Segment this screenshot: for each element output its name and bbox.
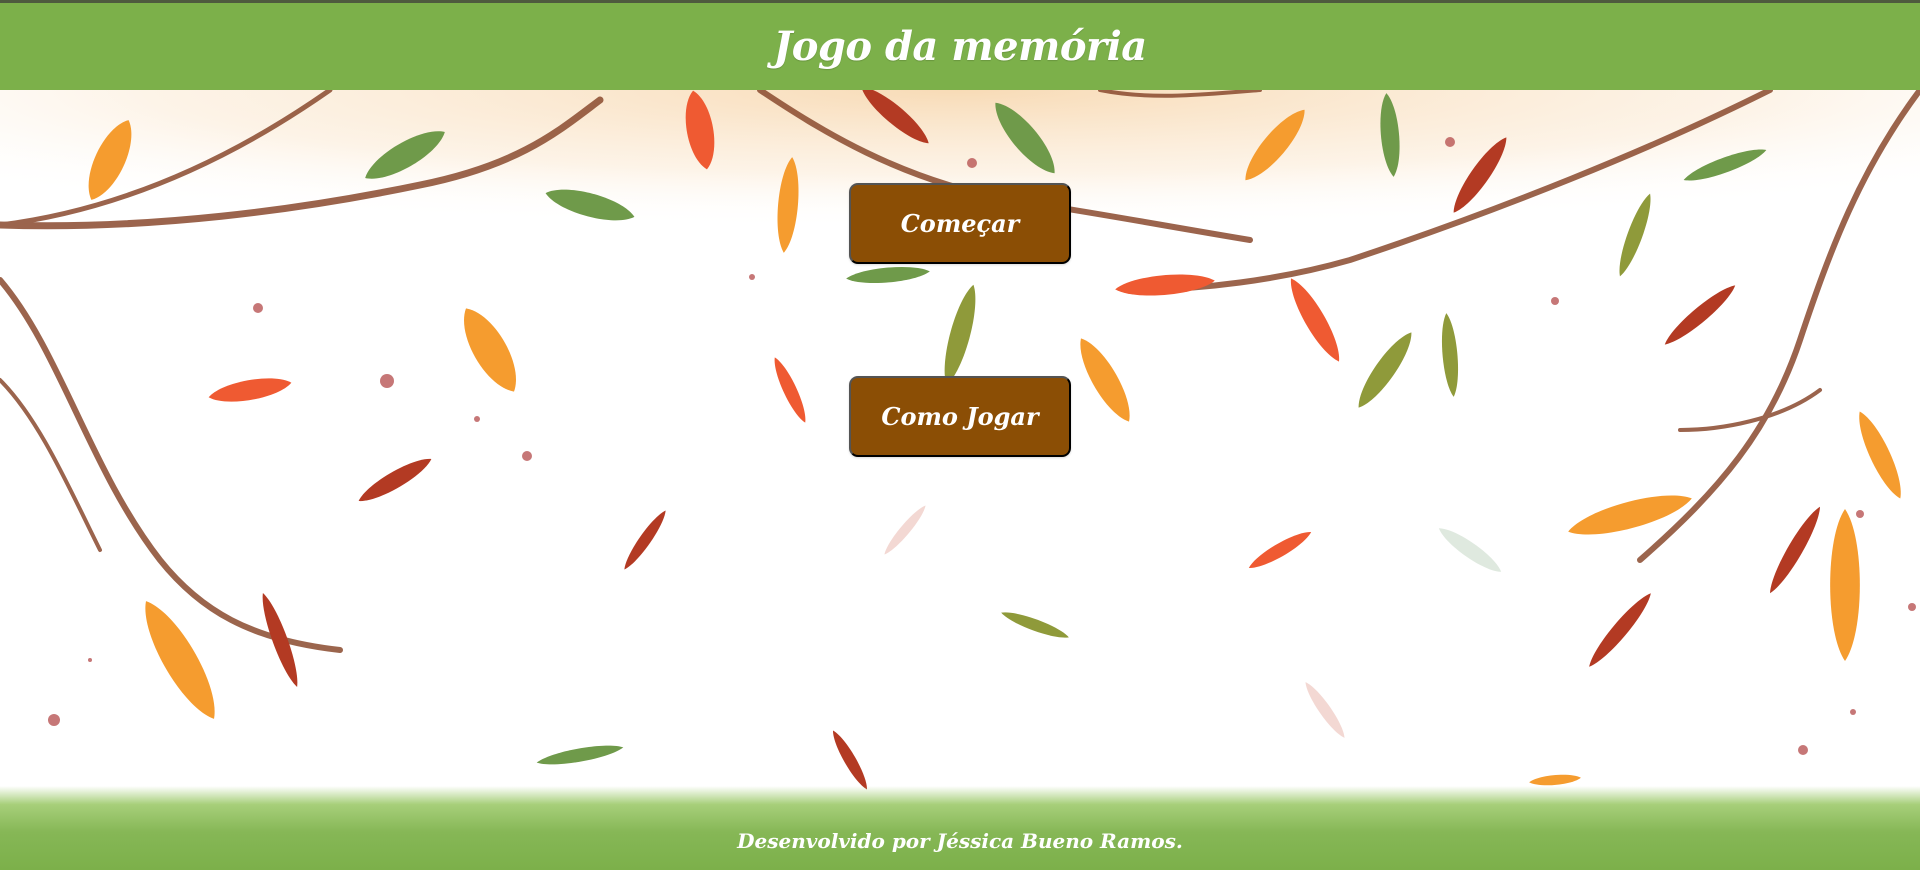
app-header: Jogo da memória [0, 0, 1920, 90]
footer-credit: Desenvolvido por Jéssica Bueno Ramos. [737, 829, 1183, 853]
page: Jogo da memória Começar Como Jogar Desen… [0, 0, 1920, 870]
how-to-play-button[interactable]: Como Jogar [849, 376, 1071, 457]
start-button[interactable]: Começar [849, 183, 1071, 264]
page-title: Jogo da memória [773, 23, 1147, 70]
app-footer: Desenvolvido por Jéssica Bueno Ramos. [0, 786, 1920, 870]
